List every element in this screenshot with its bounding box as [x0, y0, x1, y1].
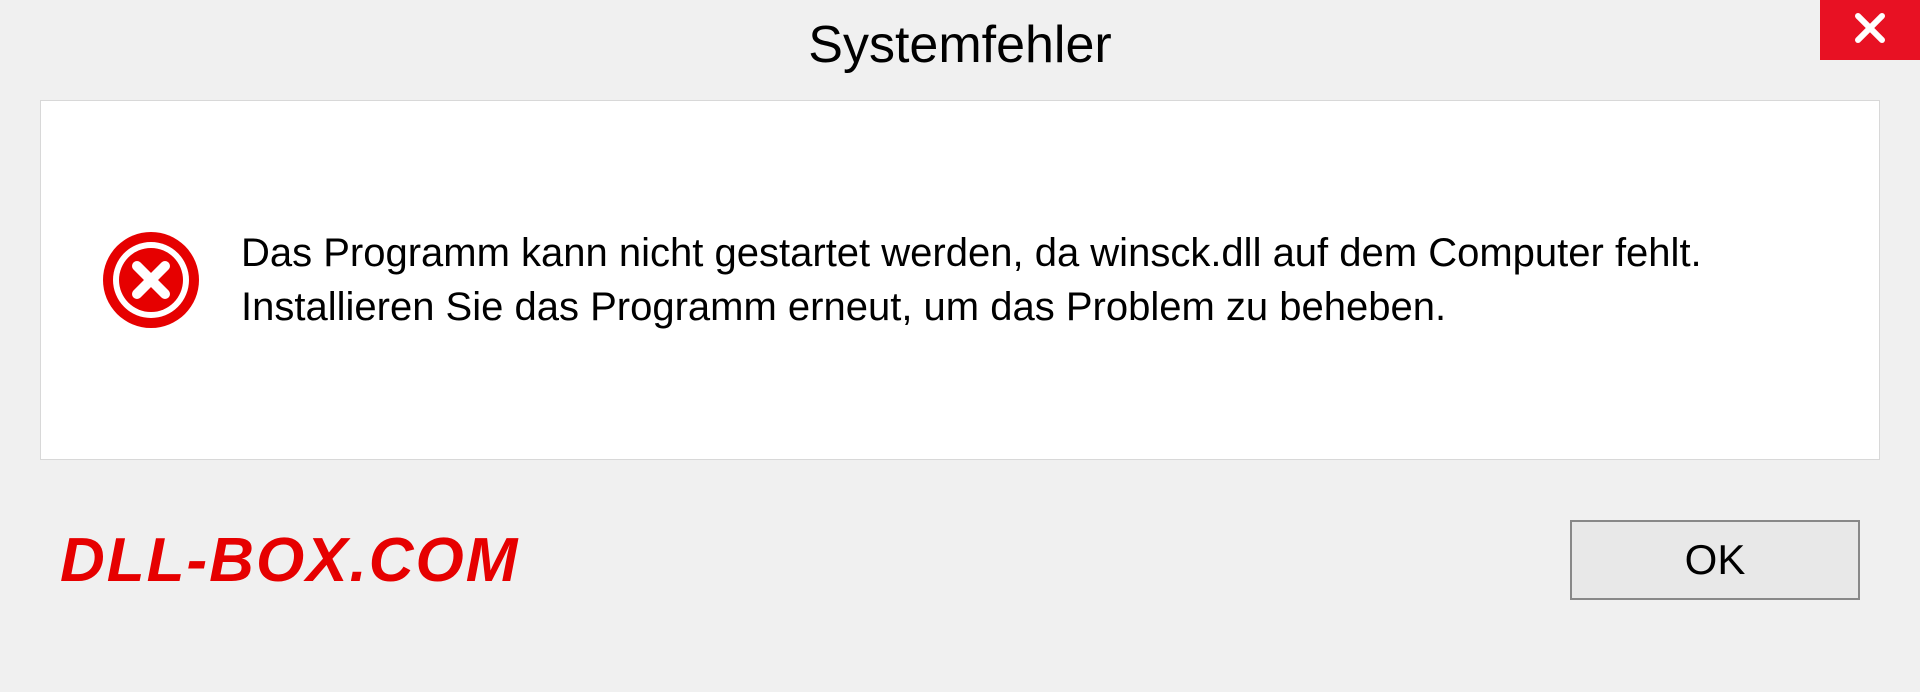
close-icon	[1852, 10, 1888, 51]
ok-button[interactable]: OK	[1570, 520, 1860, 600]
error-message: Das Programm kann nicht gestartet werden…	[241, 226, 1819, 334]
dialog-title: Systemfehler	[808, 15, 1111, 75]
titlebar: Systemfehler	[0, 0, 1920, 90]
watermark-text: DLL-BOX.COM	[60, 525, 519, 596]
error-icon	[101, 230, 201, 330]
error-dialog: Systemfehler Das Programm kann nicht ges…	[0, 0, 1920, 692]
content-panel: Das Programm kann nicht gestartet werden…	[40, 100, 1880, 460]
dialog-footer: DLL-BOX.COM OK	[0, 460, 1920, 660]
ok-button-label: OK	[1685, 536, 1746, 584]
close-button[interactable]	[1820, 0, 1920, 60]
